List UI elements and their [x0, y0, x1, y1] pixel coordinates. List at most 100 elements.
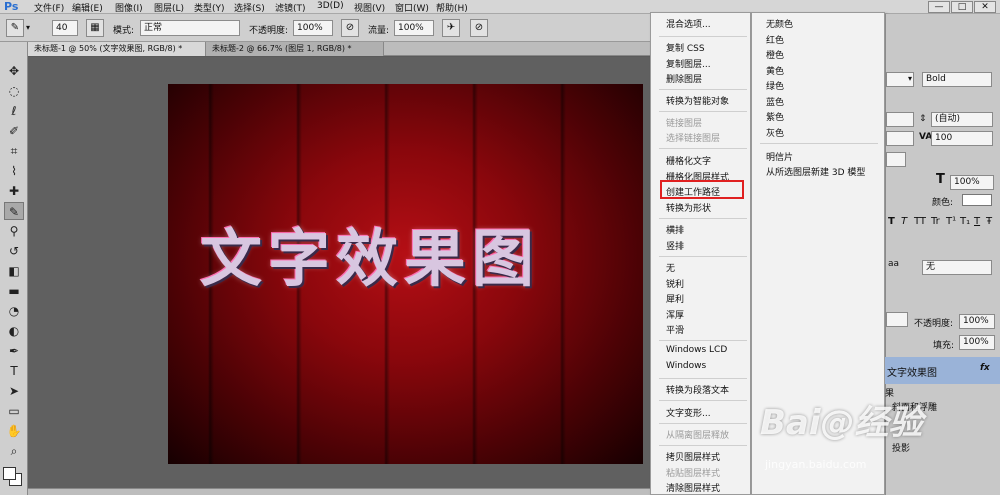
menu-filter[interactable]: 滤镜(T)	[275, 1, 306, 14]
path-select-tool-icon[interactable]: ➤	[4, 382, 24, 400]
lasso-tool-icon[interactable]: ℓ	[4, 102, 24, 120]
gradient-tool-icon[interactable]: ▬	[4, 282, 24, 300]
tab-document-2[interactable]: 未标题-2 @ 66.7% (图层 1, RGB/8) *	[206, 42, 384, 56]
menu-edit[interactable]: 编辑(E)	[72, 1, 103, 14]
menu-item-clear-layer-style[interactable]: 清除图层样式	[666, 481, 720, 494]
menu-window[interactable]: 窗口(W)	[395, 1, 429, 14]
menu-type[interactable]: 类型(Y)	[194, 1, 225, 14]
marquee-tool-icon[interactable]: ◌	[4, 82, 24, 100]
kerning-select[interactable]	[886, 131, 914, 146]
dodge-tool-icon[interactable]: ◐	[4, 322, 24, 340]
superscript-icon[interactable]: T¹	[946, 216, 956, 227]
brush-panel-icon[interactable]: ▦	[86, 19, 104, 37]
menu-view[interactable]: 视图(V)	[354, 1, 385, 14]
all-caps-icon[interactable]: TT	[914, 216, 926, 227]
brush-preset-chevron-icon[interactable]: ▾	[26, 23, 30, 32]
quick-select-tool-icon[interactable]: ✐	[4, 122, 24, 140]
menu-layer[interactable]: 图层(L)	[154, 1, 184, 14]
menu-item-convert-to-shape[interactable]: 转换为形状	[666, 201, 711, 214]
clone-stamp-tool-icon[interactable]: ⚲	[4, 222, 24, 240]
layer-opacity-field[interactable]: 100%	[959, 314, 995, 329]
menu-item-convert-paragraph[interactable]: 转换为段落文本	[666, 383, 729, 396]
menu-item-windows[interactable]: Windows	[666, 361, 706, 371]
maximize-button[interactable]: □	[951, 1, 973, 13]
subscript-icon[interactable]: T₁	[960, 216, 970, 227]
faux-bold-icon[interactable]: T	[888, 216, 895, 227]
leading-select[interactable]: (自动)	[931, 112, 993, 127]
eraser-tool-icon[interactable]: ◧	[4, 262, 24, 280]
submenu-item-green[interactable]: 绿色	[766, 79, 784, 92]
menu-item-aa-crisp[interactable]: 犀利	[666, 292, 684, 305]
pen-tool-icon[interactable]: ✒	[4, 342, 24, 360]
tracking-select[interactable]: 100	[931, 131, 993, 146]
flow-field[interactable]: 100%	[394, 20, 434, 36]
menu-item-duplicate-layer[interactable]: 复制图层...	[666, 57, 711, 70]
menu-item-blending-options[interactable]: 混合选项...	[666, 17, 711, 30]
scale-field[interactable]: 100%	[950, 175, 994, 190]
menu-item-vertical[interactable]: 竖排	[666, 239, 684, 252]
font-size-select[interactable]	[886, 112, 914, 127]
pressure-opacity-icon[interactable]: ⊘	[341, 19, 359, 37]
submenu-item-new-3d-model[interactable]: 从所选图层新建 3D 模型	[766, 165, 865, 178]
pressure-size-icon[interactable]: ⊘	[470, 19, 488, 37]
menu-item-convert-smart-object[interactable]: 转换为智能对象	[666, 94, 729, 107]
strikethrough-icon[interactable]: Ŧ	[986, 216, 992, 227]
foreground-color-swatch[interactable]	[3, 467, 16, 480]
antialias-select[interactable]: 无	[922, 260, 992, 275]
blend-mode-select[interactable]	[886, 312, 908, 327]
baseline-shift-field[interactable]	[886, 152, 906, 167]
menu-select[interactable]: 选择(S)	[234, 1, 265, 14]
menu-item-aa-smooth[interactable]: 平滑	[666, 323, 684, 336]
submenu-item-gray[interactable]: 灰色	[766, 126, 784, 139]
submenu-item-violet[interactable]: 紫色	[766, 110, 784, 123]
submenu-item-blue[interactable]: 蓝色	[766, 95, 784, 108]
submenu-item-yellow[interactable]: 黄色	[766, 64, 784, 77]
airbrush-icon[interactable]: ✈	[442, 19, 460, 37]
submenu-item-red[interactable]: 红色	[766, 33, 784, 46]
submenu-item-postcard[interactable]: 明信片	[766, 150, 793, 163]
close-button[interactable]: ✕	[974, 1, 996, 13]
fx-icon[interactable]: fx	[980, 363, 990, 373]
submenu-item-no-color[interactable]: 无颜色	[766, 17, 793, 30]
font-style-select[interactable]: Bold	[922, 72, 992, 87]
eyedropper-tool-icon[interactable]: ⌇	[4, 162, 24, 180]
fill-field[interactable]: 100%	[959, 335, 995, 350]
text-color-swatch[interactable]	[962, 194, 992, 206]
menu-3d[interactable]: 3D(D)	[317, 1, 344, 11]
menu-item-aa-sharp[interactable]: 锐利	[666, 277, 684, 290]
menu-item-delete-layer[interactable]: 删除图层	[666, 72, 702, 85]
menu-item-aa-strong[interactable]: 浑厚	[666, 308, 684, 321]
menu-item-copy-css[interactable]: 复制 CSS	[666, 41, 705, 54]
history-brush-tool-icon[interactable]: ↺	[4, 242, 24, 260]
healing-brush-tool-icon[interactable]: ✚	[4, 182, 24, 200]
hand-tool-icon[interactable]: ✋	[4, 422, 24, 440]
menu-item-rasterize-type[interactable]: 栅格化文字	[666, 154, 711, 167]
small-caps-icon[interactable]: Tr	[931, 216, 940, 227]
crop-tool-icon[interactable]: ⌗	[4, 142, 24, 160]
menu-item-copy-layer-style[interactable]: 拷贝图层样式	[666, 450, 720, 463]
minimize-button[interactable]: —	[928, 1, 950, 13]
zoom-tool-icon[interactable]: ⌕	[4, 442, 24, 460]
menu-item-windows-lcd[interactable]: Windows LCD	[666, 345, 727, 355]
layer-row-selected[interactable]: 文字效果图 fx	[885, 357, 1000, 384]
menu-item-horizontal[interactable]: 横排	[666, 223, 684, 236]
blur-tool-icon[interactable]: ◔	[4, 302, 24, 320]
type-tool-icon[interactable]: T	[4, 362, 24, 380]
opacity-field[interactable]: 100%	[293, 20, 333, 36]
menu-item-warp-text[interactable]: 文字变形...	[666, 406, 711, 419]
submenu-item-orange[interactable]: 橙色	[766, 48, 784, 61]
brush-tool-icon[interactable]: ✎	[6, 19, 24, 37]
menu-image[interactable]: 图像(I)	[115, 1, 143, 14]
mode-select[interactable]: 正常	[140, 20, 240, 36]
menu-file[interactable]: 文件(F)	[34, 1, 64, 14]
brush-tool-icon[interactable]: ✎	[4, 202, 24, 220]
menu-item-aa-none[interactable]: 无	[666, 261, 675, 274]
menu-help[interactable]: 帮助(H)	[436, 1, 468, 14]
brush-size-field[interactable]: 40	[52, 20, 78, 36]
faux-italic-icon[interactable]: T	[901, 216, 907, 227]
color-label: 颜色:	[932, 198, 954, 208]
shape-tool-icon[interactable]: ▭	[4, 402, 24, 420]
move-tool-icon[interactable]: ✥	[4, 62, 24, 80]
underline-icon[interactable]: T	[974, 216, 980, 227]
tab-document-1[interactable]: 未标题-1 @ 50% (文字效果图, RGB/8) *	[28, 42, 206, 56]
